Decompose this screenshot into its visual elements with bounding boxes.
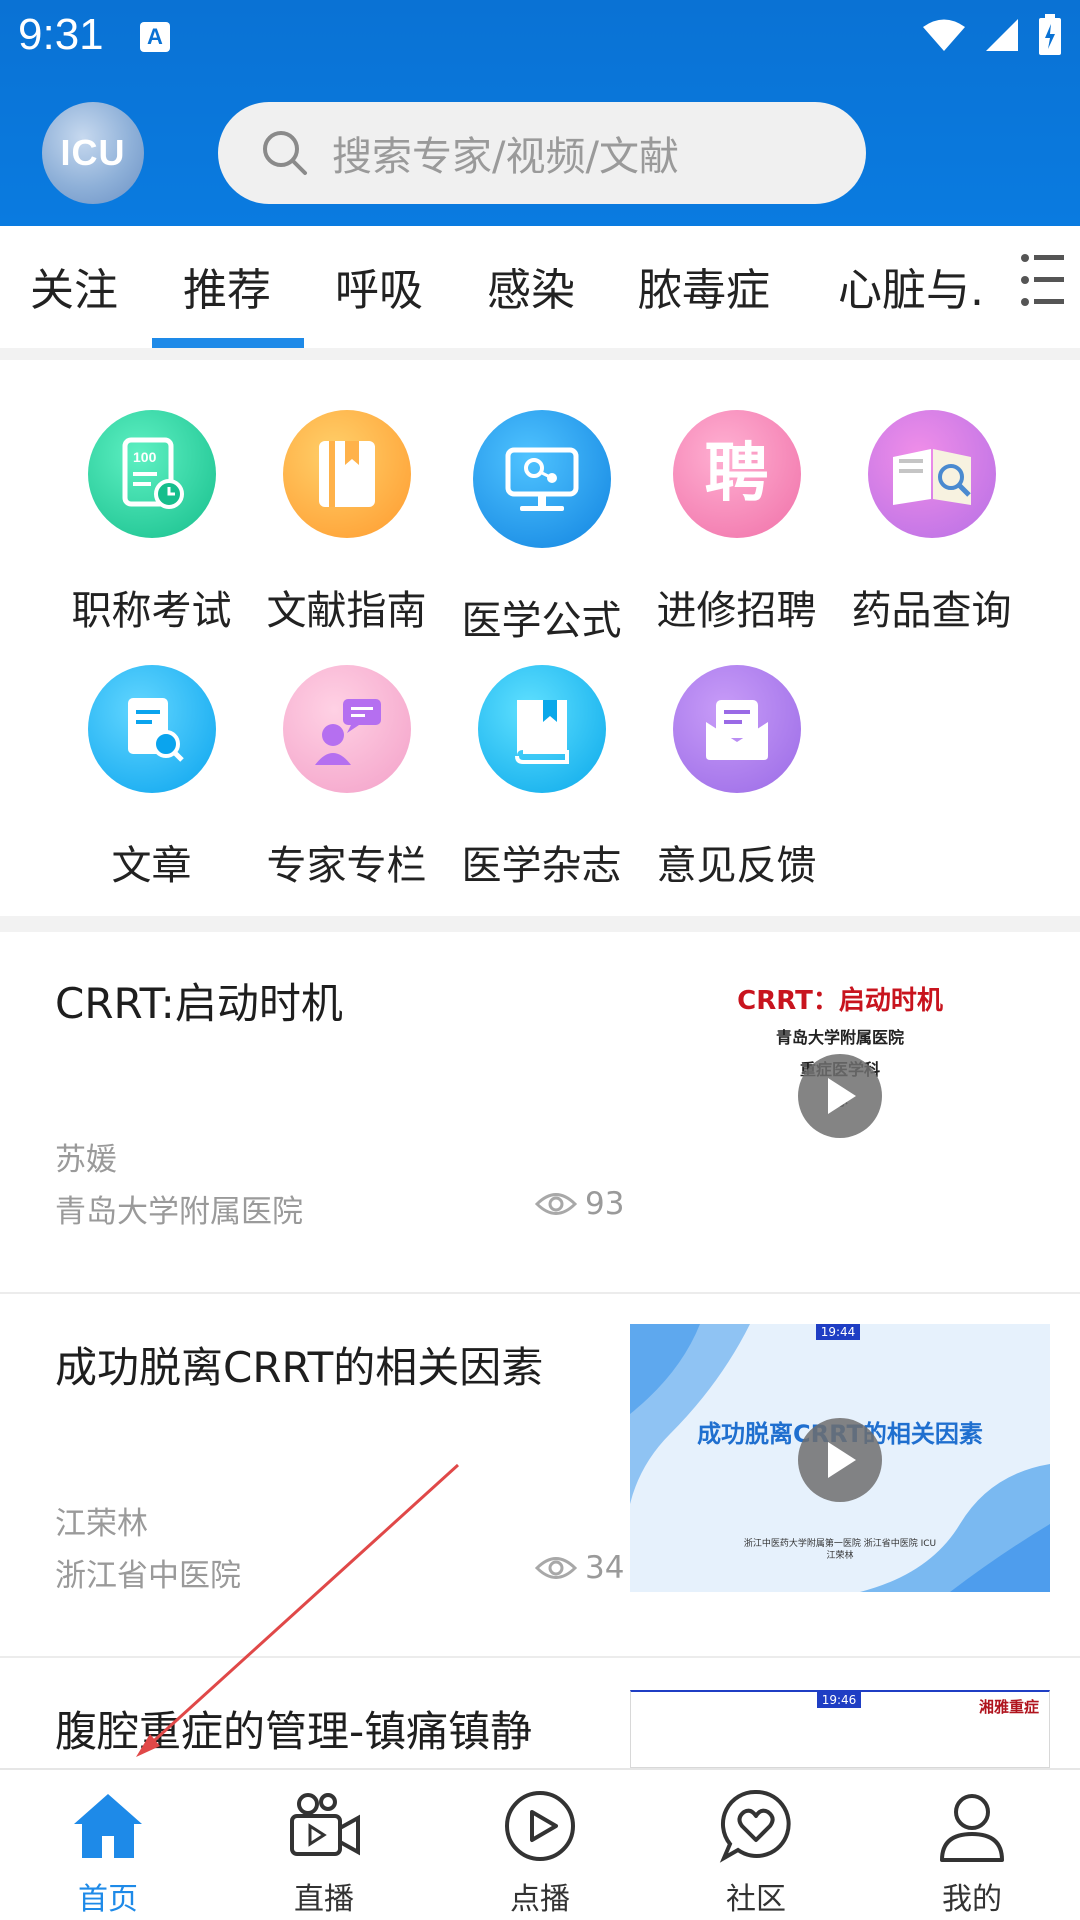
- grid-label: 专家专栏: [266, 843, 427, 889]
- video-thumbnail[interactable]: 19:44 成功脱离CRRT的相关因素 浙江中医药大学附属第一医院 浙江省中医院…: [630, 1324, 1050, 1592]
- recruit-icon: 聘: [672, 410, 801, 538]
- grid-label: 药品查询: [851, 588, 1012, 634]
- video-hospital: 浙江省中医院: [55, 1558, 241, 1594]
- grid-label: 医学杂志: [461, 843, 622, 889]
- live-camera-icon: [290, 1793, 360, 1856]
- tab-follow[interactable]: 关注: [30, 254, 118, 318]
- video-thumbnail[interactable]: CRRT：启动时机 青岛大学附属医院 重症医学科 苏: [630, 960, 1050, 1228]
- nav-label: 直播: [294, 1882, 354, 1917]
- thumb-line: 青岛大学附属医院: [775, 1028, 904, 1047]
- journal-book-icon: [477, 665, 606, 793]
- profile-icon: [940, 1794, 1004, 1862]
- nav-label: 点播: [510, 1882, 570, 1917]
- thumb-brand: 湘雅重症: [978, 1698, 1039, 1716]
- nav-label: 首页: [78, 1882, 138, 1917]
- nav-profile[interactable]: 我的: [892, 1788, 1052, 1918]
- thumb-time: 19:46: [817, 1692, 861, 1708]
- nav-label: 社区: [726, 1882, 786, 1917]
- tab-infection[interactable]: 感染: [487, 254, 575, 318]
- wifi-icon: [923, 19, 965, 51]
- nav-home[interactable]: 首页: [28, 1788, 188, 1918]
- tab-cardiac[interactable]: 心脏与.: [838, 254, 984, 318]
- thumb-footer: 江荣林: [826, 1551, 854, 1561]
- category-tabs: 关注 推荐 呼吸 感染 脓毒症 心脏与.: [0, 226, 1080, 348]
- grid-item-literature[interactable]: 文献指南: [249, 410, 444, 636]
- grid-item-recruit[interactable]: 聘 进修招聘: [639, 410, 834, 636]
- grid-item-expert[interactable]: 专家专栏: [249, 665, 444, 891]
- battery-icon: [1039, 14, 1061, 55]
- article-search-icon: [87, 665, 216, 793]
- play-circle-icon: [505, 1791, 575, 1861]
- nav-vod[interactable]: 点播: [460, 1788, 620, 1918]
- formula-board-icon: [472, 410, 611, 548]
- active-tab-indicator: [152, 338, 304, 348]
- video-item[interactable]: 腹腔重症的管理-镇痛镇静 19:46 湘雅重症: [0, 1660, 1080, 1768]
- view-count-value: 93: [585, 1186, 625, 1222]
- signal-icon: [986, 19, 1018, 51]
- video-item[interactable]: CRRT:启动时机 苏媛 青岛大学附属医院 93 CRRT：启动时机 青岛大学附…: [0, 932, 1080, 1294]
- community-heart-icon: [719, 1789, 791, 1863]
- divider: [0, 916, 1080, 932]
- status-time: 9:31: [18, 10, 104, 59]
- grid-label: 文章: [111, 843, 192, 889]
- video-thumbnail[interactable]: 19:46 湘雅重症: [630, 1690, 1050, 1768]
- nav-label: 我的: [942, 1882, 1002, 1917]
- video-title: 成功脱离CRRT的相关因素: [55, 1343, 544, 1392]
- search-placeholder: 搜索专家/视频/文献: [332, 134, 679, 180]
- category-menu-icon[interactable]: [1020, 250, 1066, 310]
- grid-label: 医学公式: [461, 598, 622, 644]
- notification-icon: A: [140, 22, 170, 52]
- search-input[interactable]: 搜索专家/视频/文献: [218, 102, 866, 204]
- bottom-navigation: 首页 直播 点播 社区 我的: [0, 1768, 1080, 1920]
- video-author: 苏媛: [55, 1142, 117, 1178]
- video-title: 腹腔重症的管理-镇痛镇静: [55, 1707, 533, 1756]
- video-item[interactable]: 成功脱离CRRT的相关因素 江荣林 浙江省中医院 34 19:44 成功脱离CR…: [0, 1296, 1080, 1658]
- function-grid: 100 职称考试 文献指南 医学公式 聘 进修招聘 药品查询 文章 专家专栏 医…: [0, 360, 1080, 916]
- grid-item-feedback[interactable]: 意见反馈: [639, 665, 834, 891]
- divider: [0, 348, 1080, 360]
- tab-recommend[interactable]: 推荐: [183, 254, 271, 318]
- grid-item-drug[interactable]: 药品查询: [834, 410, 1029, 636]
- play-icon: [828, 1078, 856, 1114]
- eye-icon: [535, 1193, 577, 1215]
- eye-icon: [535, 1557, 577, 1579]
- search-icon: [263, 131, 307, 175]
- grid-item-exam[interactable]: 100 职称考试: [54, 410, 249, 636]
- status-icons: [922, 14, 1062, 56]
- svg-text:100: 100: [133, 449, 157, 465]
- grid-label: 职称考试: [71, 588, 232, 634]
- view-count-value: 34: [585, 1550, 625, 1586]
- tab-respiratory[interactable]: 呼吸: [335, 254, 423, 318]
- grid-item-journal[interactable]: 医学杂志: [444, 665, 639, 891]
- view-count: 34: [535, 1550, 624, 1586]
- play-icon: [828, 1442, 856, 1478]
- avatar[interactable]: ICU: [42, 102, 144, 204]
- grid-item-article[interactable]: 文章: [54, 665, 249, 891]
- view-count: 93: [535, 1186, 624, 1222]
- video-title: CRRT:启动时机: [55, 979, 343, 1028]
- bookmark-icon: [282, 410, 411, 538]
- play-button[interactable]: [798, 1418, 882, 1502]
- nav-community[interactable]: 社区: [676, 1788, 836, 1918]
- play-button[interactable]: [798, 1054, 882, 1138]
- thumb-time: 19:44: [816, 1324, 860, 1340]
- exam-icon: 100: [87, 410, 216, 538]
- grid-label: 意见反馈: [656, 843, 817, 889]
- nav-live[interactable]: 直播: [244, 1788, 404, 1918]
- expert-chat-icon: [282, 665, 411, 793]
- drug-search-icon: [867, 410, 996, 538]
- video-author: 江荣林: [55, 1506, 148, 1542]
- tab-sepsis[interactable]: 脓毒症: [638, 254, 770, 318]
- thumb-title: CRRT：启动时机: [737, 986, 943, 1016]
- grid-label: 进修招聘: [656, 588, 817, 634]
- home-icon: [74, 1794, 142, 1858]
- app-header: 9:31 A ICU 搜索专家/视频/文献: [0, 0, 1080, 226]
- video-hospital: 青岛大学附属医院: [55, 1194, 303, 1230]
- grid-label: 文献指南: [266, 588, 427, 634]
- grid-item-formula[interactable]: 医学公式: [444, 410, 639, 646]
- feedback-mail-icon: [672, 665, 801, 793]
